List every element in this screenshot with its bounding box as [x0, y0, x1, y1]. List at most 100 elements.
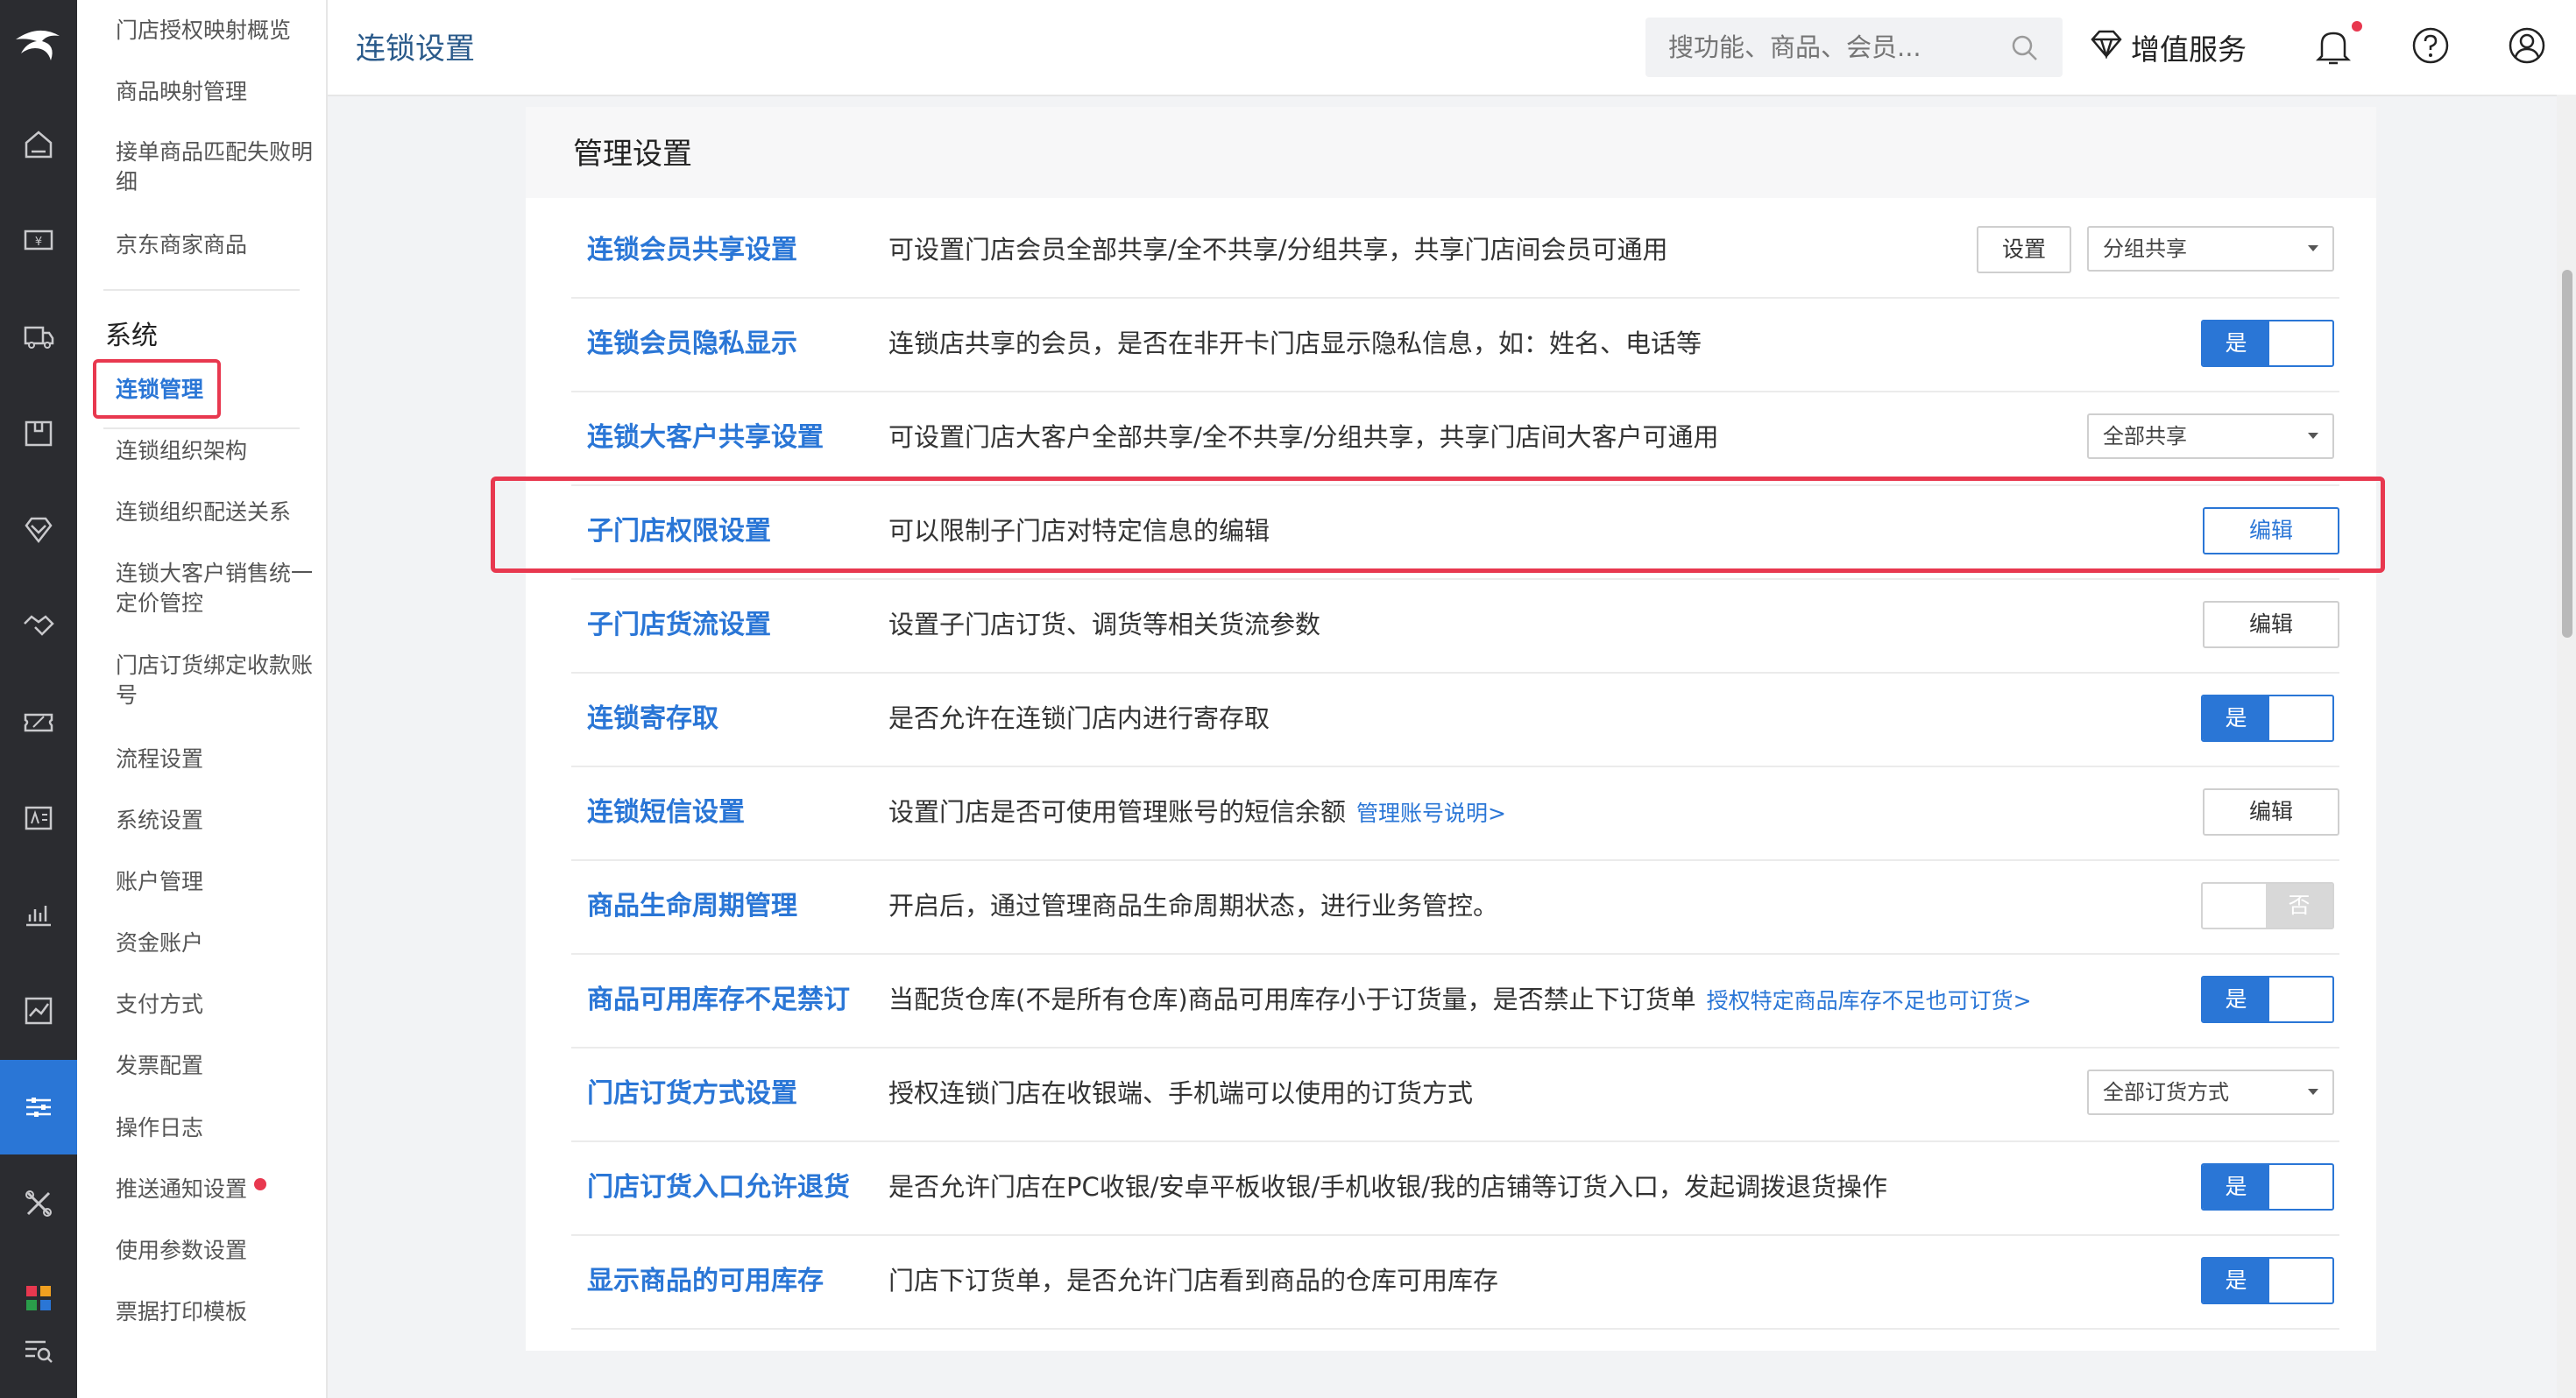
- icon-rail: ¥: [0, 0, 77, 1398]
- setting-description: 设置子门店订货、调货等相关货流参数: [888, 610, 1321, 639]
- global-search[interactable]: [1645, 18, 2063, 77]
- notification-dot: [2352, 21, 2362, 32]
- value-added-services-button[interactable]: 增值服务: [2089, 26, 2247, 68]
- home-icon[interactable]: [0, 118, 77, 171]
- setting-name: 连锁大客户共享设置: [587, 422, 824, 453]
- setting-row: 门店订货入口允许退货 是否允许门店在PC收银/安卓平板收银/手机收银/我的店铺等…: [571, 1140, 2339, 1236]
- coupon-icon[interactable]: [0, 695, 77, 748]
- report-card-icon[interactable]: [0, 792, 77, 844]
- member-privacy-toggle[interactable]: 是: [2201, 320, 2334, 367]
- cash-icon[interactable]: ¥: [0, 214, 77, 266]
- menu-item-product-mapping[interactable]: 商品映射管理: [116, 77, 317, 107]
- setting-row: 子门店货流设置 设置子门店订货、调货等相关货流参数 编辑: [571, 578, 2339, 674]
- big-customer-share-select[interactable]: 全部共享: [2087, 413, 2334, 459]
- search-input[interactable]: [1667, 32, 2003, 63]
- setting-name: 连锁寄存取: [587, 703, 718, 734]
- menu-section-title: 系统: [105, 321, 158, 351]
- analytics-icon[interactable]: [0, 888, 77, 941]
- setting-row: 连锁寄存取 是否允许在连锁门店内进行寄存取 是: [571, 672, 2339, 767]
- menu-item-print-template[interactable]: 票据打印模板: [116, 1297, 317, 1327]
- diamond-icon: [2089, 29, 2131, 66]
- menu-item-match-failure-detail[interactable]: 接单商品匹配失败明细: [116, 138, 317, 197]
- notification-dot: [254, 1178, 267, 1190]
- setting-description-text: 设置门店是否可使用管理账号的短信余额: [888, 797, 1347, 827]
- settings-sliders-icon[interactable]: [0, 1060, 77, 1154]
- toggle-on-label: 是: [2203, 978, 2269, 1021]
- setting-name: 门店订货入口允许退货: [587, 1172, 850, 1203]
- toggle-on-label: 是: [2203, 321, 2269, 365]
- help-icon[interactable]: [2410, 25, 2452, 70]
- menu-item-usage-params[interactable]: 使用参数设置: [116, 1236, 317, 1266]
- menu-item-invoice-config[interactable]: 发票配置: [116, 1051, 317, 1081]
- order-return-toggle[interactable]: 是: [2201, 1163, 2334, 1211]
- menu-item-order-payment-account[interactable]: 门店订货绑定收款账号: [116, 651, 317, 710]
- lifecycle-toggle[interactable]: 否: [2201, 882, 2334, 929]
- order-method-select[interactable]: 全部订货方式: [2087, 1070, 2334, 1115]
- menu-item-system-settings[interactable]: 系统设置: [116, 806, 317, 836]
- logo-icon[interactable]: [0, 0, 77, 88]
- toggle-off-label: 否: [2266, 884, 2332, 928]
- scrollbar-thumb[interactable]: [2562, 270, 2572, 638]
- menu-item-big-customer-pricing[interactable]: 连锁大客户销售统一定价管控: [116, 559, 317, 618]
- member-share-select[interactable]: 分组共享: [2087, 226, 2334, 272]
- sub-store-permission-edit-button[interactable]: 编辑: [2203, 507, 2339, 554]
- page-title: 连锁设置: [356, 32, 475, 67]
- menu-item-push-notification-label: 推送通知设置: [116, 1176, 248, 1202]
- account-explanation-link[interactable]: 管理账号说明>: [1356, 801, 1506, 826]
- setting-description-text: 当配货仓库(不是所有仓库)商品可用库存小于订货量，是否禁止下订货单: [888, 985, 1696, 1014]
- user-icon[interactable]: [2506, 25, 2548, 70]
- show-stock-toggle[interactable]: 是: [2201, 1257, 2334, 1304]
- inventory-icon[interactable]: [0, 406, 77, 459]
- member-share-settings-button[interactable]: 设置: [1977, 226, 2071, 273]
- scrollbar[interactable]: [2557, 95, 2576, 1398]
- toggle-on-label: 是: [2203, 1259, 2269, 1303]
- card-title: 管理设置: [573, 137, 692, 172]
- handshake-icon[interactable]: [0, 599, 77, 652]
- stock-shortage-toggle[interactable]: 是: [2201, 976, 2334, 1023]
- setting-name: 商品可用库存不足禁订: [587, 985, 850, 1015]
- menu-item-chain-delivery[interactable]: 连锁组织配送关系: [116, 498, 317, 527]
- sms-settings-edit-button[interactable]: 编辑: [2203, 788, 2339, 836]
- value-added-services-label: 增值服务: [2131, 32, 2247, 67]
- member-icon[interactable]: [0, 503, 77, 555]
- bell-icon[interactable]: [2313, 25, 2353, 72]
- chevron-down-icon: [2308, 1089, 2318, 1095]
- menu-item-operation-log[interactable]: 操作日志: [116, 1113, 317, 1143]
- setting-name: 商品生命周期管理: [587, 891, 797, 921]
- menu-item-store-auth-mapping[interactable]: 门店授权映射概览: [116, 16, 317, 46]
- setting-name: 子门店货流设置: [587, 610, 771, 640]
- setting-name: 门店订货方式设置: [587, 1078, 797, 1109]
- authorize-special-products-link[interactable]: 授权特定商品库存不足也可订货>: [1707, 988, 2032, 1013]
- menu-item-account-management[interactable]: 账户管理: [116, 867, 317, 897]
- search-icon[interactable]: [2010, 33, 2040, 67]
- setting-description: 设置门店是否可使用管理账号的短信余额 管理账号说明>: [888, 766, 1506, 860]
- menu-item-chain-org[interactable]: 连锁组织架构: [116, 436, 317, 466]
- menu-item-jd-products[interactable]: 京东商家商品: [116, 230, 317, 260]
- setting-description: 连锁店共享的会员，是否在非开卡门店显示隐私信息，如：姓名、电话等: [888, 328, 1702, 358]
- menu-item-chain-management[interactable]: 连锁管理: [116, 375, 317, 405]
- setting-row: 连锁会员共享设置 可设置门店会员全部共享/全不共享/分组共享，共享门店间会员可通…: [571, 203, 2339, 299]
- setting-name: 连锁短信设置: [587, 797, 745, 828]
- setting-description: 当配货仓库(不是所有仓库)商品可用库存小于订货量，是否禁止下订货单 授权特定商品库…: [888, 953, 2032, 1048]
- setting-row: 商品生命周期管理 开启后，通过管理商品生命周期状态，进行业务管控。 否: [571, 859, 2339, 955]
- apps-icon[interactable]: [0, 1274, 77, 1323]
- setting-row: 连锁会员隐私显示 连锁店共享的会员，是否在非开卡门店显示隐私信息，如：姓名、电话…: [571, 297, 2339, 392]
- menu-item-payment-methods[interactable]: 支付方式: [116, 990, 317, 1020]
- chain-storage-toggle[interactable]: 是: [2201, 695, 2334, 742]
- order-method-select-value: 全部订货方式: [2103, 1080, 2229, 1105]
- big-customer-share-select-value: 全部共享: [2103, 424, 2187, 448]
- setting-row: 连锁大客户共享设置 可设置门店大客户全部共享/全不共享/分组共享，共享门店间大客…: [571, 391, 2339, 486]
- setting-name: 子门店权限设置: [587, 516, 771, 547]
- management-settings-card: 管理设置 连锁会员共享设置 可设置门店会员全部共享/全不共享/分组共享，共享门店…: [526, 107, 2376, 1351]
- sub-store-flow-edit-button[interactable]: 编辑: [2203, 601, 2339, 648]
- menu-item-process-settings[interactable]: 流程设置: [116, 745, 317, 774]
- chevron-down-icon: [2308, 433, 2318, 439]
- tools-icon[interactable]: [0, 1177, 77, 1230]
- menu-item-fund-account[interactable]: 资金账户: [116, 928, 317, 958]
- setting-description: 是否允许在连锁门店内进行寄存取: [888, 703, 1270, 733]
- chart-icon[interactable]: [0, 985, 77, 1037]
- menu-item-push-notification[interactable]: 推送通知设置: [116, 1175, 317, 1204]
- setting-description: 授权连锁门店在收银端、手机端可以使用的订货方式: [888, 1078, 1474, 1108]
- delivery-icon[interactable]: [0, 310, 77, 363]
- search-list-icon[interactable]: [0, 1326, 77, 1375]
